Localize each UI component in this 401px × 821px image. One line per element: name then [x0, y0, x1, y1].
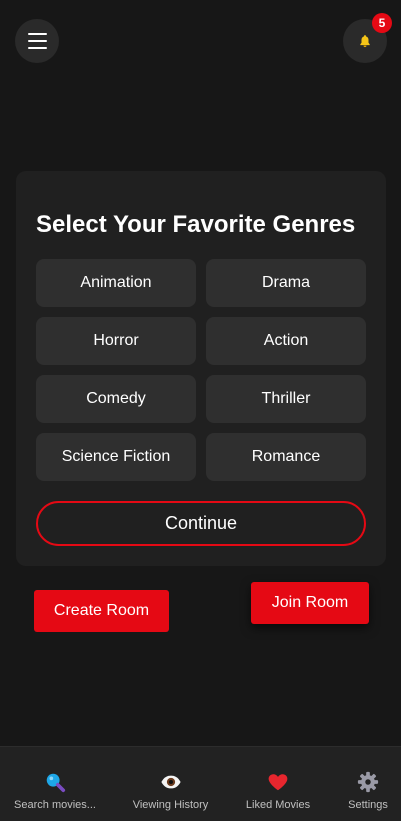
nav-item-search[interactable]: Search movies... [10, 747, 100, 821]
search-icon [44, 771, 66, 793]
app-screen: 5 Select Your Favorite Genres Animation … [0, 0, 401, 821]
genre-button-horror[interactable]: Horror [36, 317, 196, 365]
heart-icon [267, 771, 289, 793]
gear-icon [357, 771, 379, 793]
join-room-button[interactable]: Join Room [251, 582, 369, 624]
genre-card-title: Select Your Favorite Genres [36, 211, 356, 238]
genre-button-thriller[interactable]: Thriller [206, 375, 366, 423]
nav-label-settings: Settings [348, 799, 388, 811]
continue-button[interactable]: Continue [36, 501, 366, 546]
nav-item-liked-movies[interactable]: Liked Movies [243, 747, 313, 821]
genre-button-drama[interactable]: Drama [206, 259, 366, 307]
eye-icon [160, 771, 182, 793]
genre-button-comedy[interactable]: Comedy [36, 375, 196, 423]
nav-label-liked-movies: Liked Movies [245, 799, 311, 811]
genre-button-animation[interactable]: Animation [36, 259, 196, 307]
create-room-button[interactable]: Create Room [34, 590, 169, 632]
notification-count-badge: 5 [372, 13, 392, 33]
genre-grid: Animation Drama Horror Action Comedy Thr… [36, 259, 366, 481]
genre-button-science-fiction[interactable]: Science Fiction [36, 433, 196, 481]
nav-item-settings[interactable]: Settings [345, 747, 391, 821]
hamburger-icon [27, 33, 47, 49]
genre-button-romance[interactable]: Romance [206, 433, 366, 481]
menu-button[interactable] [15, 19, 59, 63]
notifications-button[interactable]: 5 [343, 13, 392, 63]
bottom-navigation: Search movies... Viewing History Liked M… [0, 746, 401, 821]
nav-label-viewing-history: Viewing History [132, 799, 209, 811]
nav-label-search: Search movies... [14, 799, 96, 811]
nav-item-viewing-history[interactable]: Viewing History [130, 747, 211, 821]
genre-selection-card: Select Your Favorite Genres Animation Dr… [16, 171, 386, 566]
bell-icon [360, 35, 370, 48]
genre-button-action[interactable]: Action [206, 317, 366, 365]
